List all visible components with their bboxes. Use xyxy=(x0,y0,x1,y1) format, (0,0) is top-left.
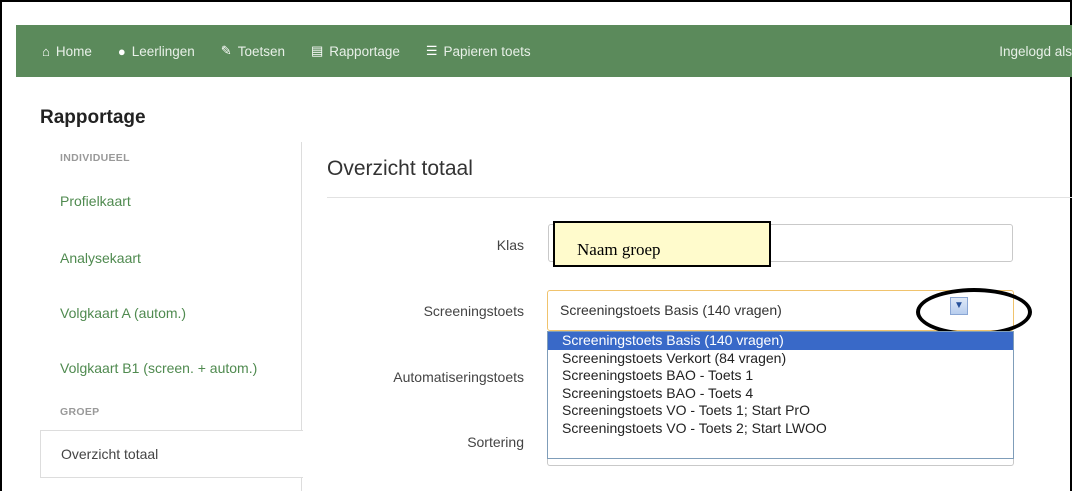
main-title: Overzicht totaal xyxy=(327,157,473,180)
user-icon: ● xyxy=(117,43,126,59)
report-icon: ▤ xyxy=(311,43,324,58)
sidebar-item-overzicht-totaal[interactable]: Overzicht totaal xyxy=(40,430,303,478)
screeningstoets-selected-value: Screeningstoets Basis (140 vragen) xyxy=(560,302,782,318)
klas-label: Klas xyxy=(496,237,524,253)
list-icon: ☰ xyxy=(425,43,438,58)
nav-toetsen[interactable]: ✎ Toetsen xyxy=(221,43,285,59)
sidebar-item-profielkaart[interactable]: Profielkaart xyxy=(60,193,131,209)
dropdown-option[interactable]: Screeningstoets VO - Toets 2; Start LWOO xyxy=(548,420,1013,438)
logged-in-label: Ingelogd als xyxy=(999,43,1072,59)
dropdown-option[interactable]: Screeningstoets VO - Toets 1; Start PrO xyxy=(548,402,1013,420)
nav-toetsen-label: Toetsen xyxy=(237,43,285,59)
sidebar-section-individueel: INDIVIDUEEL xyxy=(60,152,130,164)
home-icon: ⌂ xyxy=(42,43,50,59)
title-divider xyxy=(327,197,1072,198)
sidebar-item-volgkaart-b1[interactable]: Volgkaart B1 (screen. + autom.) xyxy=(60,360,257,376)
sortering-select[interactable] xyxy=(547,458,1014,466)
logged-in-indicator[interactable]: Ingelogd als xyxy=(999,25,1072,77)
nav-leerlingen[interactable]: ● Leerlingen xyxy=(118,44,195,59)
nav-rapportage[interactable]: ▤ Rapportage xyxy=(311,43,400,59)
nav-leerlingen-label: Leerlingen xyxy=(131,43,195,59)
sortering-label: Sortering xyxy=(467,434,524,450)
sidebar-item-analysekaart[interactable]: Analysekaart xyxy=(60,250,141,266)
dropdown-option[interactable]: Screeningstoets BAO - Toets 1 xyxy=(548,367,1013,385)
sidebar-section-groep: GROEP xyxy=(60,406,100,418)
sidebar: INDIVIDUEEL Profielkaart Analysekaart Vo… xyxy=(40,142,303,491)
pencil-icon: ✎ xyxy=(220,43,232,58)
sidebar-active-label: Overzicht totaal xyxy=(61,446,159,462)
nav-papieren-toets-label: Papieren toets xyxy=(443,43,531,59)
nav-papieren-toets[interactable]: ☰ Papieren toets xyxy=(426,43,531,59)
dropdown-option[interactable]: Screeningstoets Verkort (84 vragen) xyxy=(548,350,1013,368)
screeningstoets-dropdown-list: Screeningstoets Basis (140 vragen) Scree… xyxy=(547,331,1014,459)
automatiseringstoets-label: Automatiseringstoets xyxy=(393,369,524,385)
top-navbar: ⌂ Home ● Leerlingen ✎ Toetsen ▤ Rapporta… xyxy=(16,25,1072,77)
annotation-circle xyxy=(916,288,1032,336)
page-title: Rapportage xyxy=(40,107,146,128)
nav-home[interactable]: ⌂ Home xyxy=(42,44,92,59)
sidebar-item-volgkaart-a[interactable]: Volgkaart A (autom.) xyxy=(60,305,186,321)
dropdown-option[interactable]: Screeningstoets BAO - Toets 4 xyxy=(548,385,1013,403)
annotation-callout: Naam groep xyxy=(553,221,771,267)
nav-rapportage-label: Rapportage xyxy=(329,43,400,59)
dropdown-option[interactable]: Screeningstoets Basis (140 vragen) xyxy=(548,332,1013,350)
nav-home-label: Home xyxy=(55,43,92,59)
screeningstoets-label: Screeningstoets xyxy=(423,303,524,319)
